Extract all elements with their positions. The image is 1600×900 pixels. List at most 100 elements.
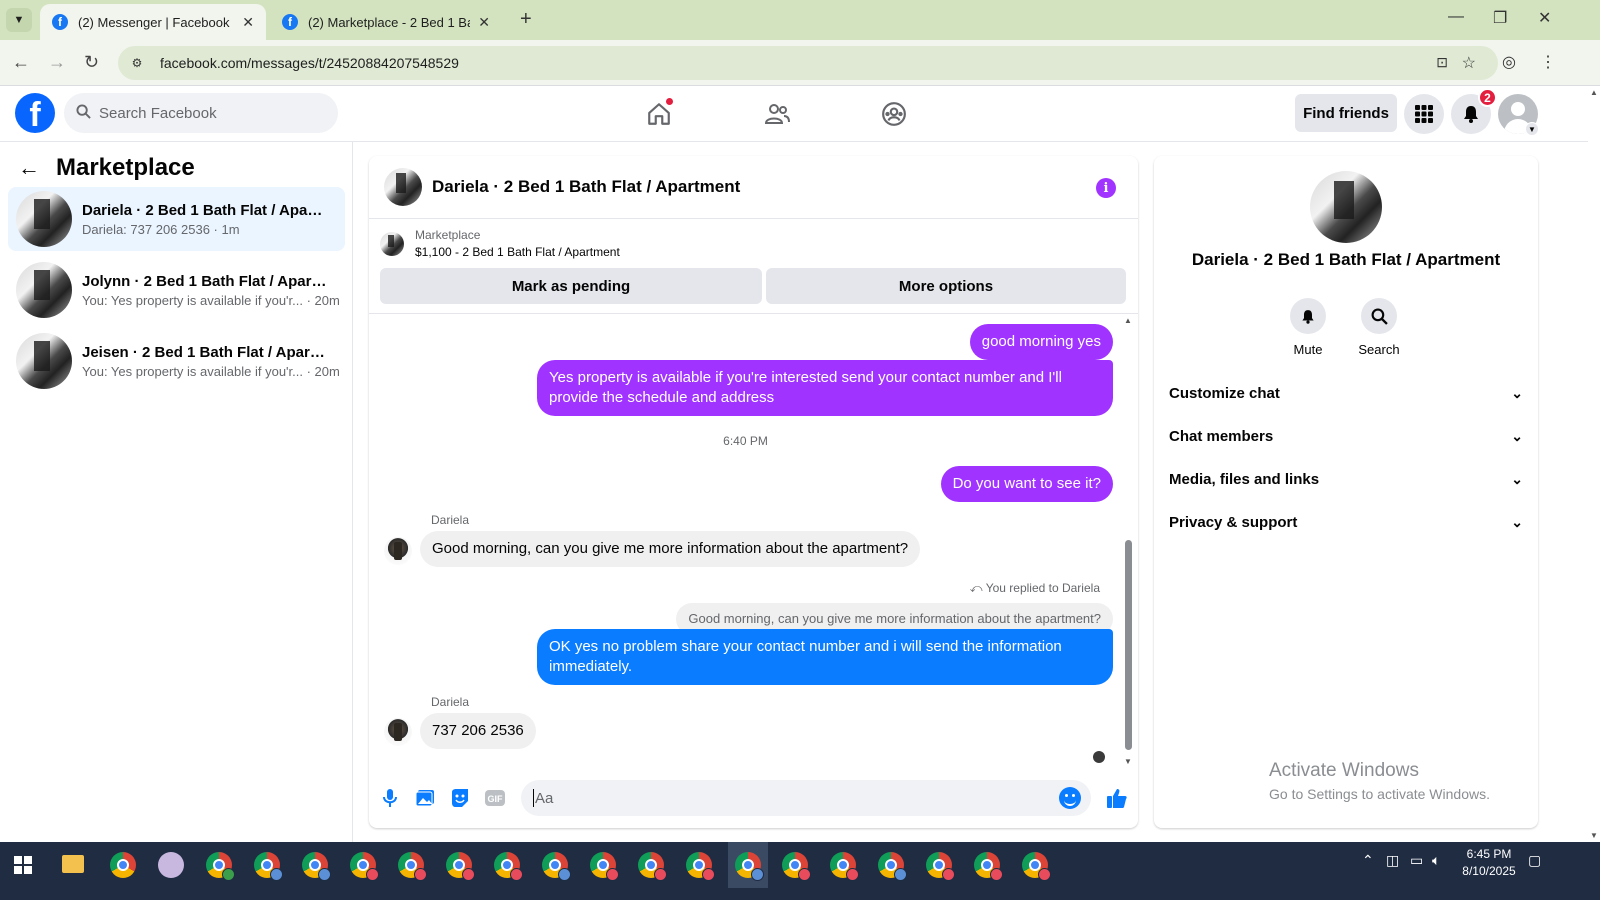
gif-icon[interactable]: GIF	[485, 788, 505, 808]
chat-photo[interactable]	[1310, 171, 1382, 243]
back-icon[interactable]: ←	[12, 52, 30, 73]
maximize-button[interactable]: ❐	[1493, 8, 1507, 28]
notifications-bell-icon[interactable]: 2	[1451, 88, 1497, 134]
sticker-icon[interactable]	[450, 788, 470, 808]
meet-now-icon[interactable]: ◫	[1386, 852, 1399, 869]
photo-icon[interactable]	[415, 788, 435, 808]
friends-nav-icon[interactable]	[761, 98, 793, 130]
chrome-profile-icon[interactable]	[446, 852, 475, 881]
chrome-profile-icon[interactable]	[590, 852, 619, 881]
system-clock[interactable]: 6:45 PM 8/10/2025	[1454, 846, 1524, 880]
volume-icon[interactable]: 🔈︎	[1432, 852, 1440, 869]
message-input[interactable]: Aa	[521, 780, 1091, 816]
windows-start-icon[interactable]	[14, 856, 32, 874]
chevron-down-icon: ⌄	[1511, 427, 1523, 444]
facebook-search-input[interactable]: Search Facebook	[64, 93, 338, 133]
received-message[interactable]: Good morning, can you give me more infor…	[420, 531, 921, 567]
scroll-up-icon[interactable]: ▲	[1590, 88, 1598, 97]
chrome-profile-icon[interactable]	[206, 852, 235, 881]
conversation-preview: You: Yes property is available if you'r.…	[82, 363, 340, 379]
emoji-icon[interactable]	[1059, 787, 1081, 809]
chrome-profile-icon[interactable]	[686, 852, 715, 881]
show-hidden-icons-icon[interactable]: ⌃	[1362, 852, 1374, 869]
chrome-profile-icon[interactable]	[926, 852, 955, 881]
home-nav-icon[interactable]	[643, 98, 675, 130]
info-icon[interactable]: i	[1096, 178, 1116, 198]
chat-scrollbar[interactable]: ▲ ▼	[1124, 314, 1134, 766]
chrome-profile-icon[interactable]	[1022, 852, 1051, 881]
marketplace-listing-row[interactable]: Marketplace $1,100 - 2 Bed 1 Bath Flat /…	[380, 228, 620, 259]
install-app-icon[interactable]: ⊡	[1436, 54, 1448, 71]
chrome-profile-icon[interactable]	[350, 852, 379, 881]
chrome-profile-icon[interactable]	[830, 852, 859, 881]
microphone-icon[interactable]	[380, 788, 400, 808]
search-in-chat-button[interactable]: Search	[1349, 298, 1409, 357]
close-window-button[interactable]: ✕	[1538, 8, 1551, 28]
profile-icon[interactable]: ◎	[1502, 52, 1516, 72]
chrome-icon[interactable]	[110, 852, 136, 878]
thumbs-up-icon[interactable]	[1105, 786, 1129, 810]
page-scrollbar[interactable]: ▲ ▼	[1588, 86, 1600, 842]
conversation-item[interactable]: Jeisen · 2 Bed 1 Bath Flat / Apartm... Y…	[8, 329, 345, 393]
facebook-logo-icon[interactable]: f	[15, 93, 55, 133]
browser-menu-icon[interactable]: ⋮	[1540, 52, 1556, 72]
chat-thumbnail[interactable]	[384, 168, 422, 206]
scroll-down-icon[interactable]: ▼	[1124, 757, 1132, 766]
scrollbar-thumb[interactable]	[1125, 540, 1132, 750]
search-placeholder: Search Facebook	[99, 104, 217, 122]
facebook-favicon-icon: f	[52, 14, 68, 30]
site-info-icon[interactable]: ⚙	[128, 54, 146, 72]
chat-title[interactable]: Dariela · 2 Bed 1 Bath Flat / Apartment	[432, 177, 740, 197]
sent-message[interactable]: OK yes no problem share your contact num…	[537, 629, 1113, 685]
chrome-profile-icon[interactable]	[638, 852, 667, 881]
forward-icon[interactable]: →	[48, 52, 66, 73]
more-options-button[interactable]: More options	[766, 268, 1126, 304]
tab-search-button[interactable]: ▼	[6, 8, 32, 32]
media-files-links-section[interactable]: Media, files and links ⌄	[1169, 467, 1523, 491]
browser-tab-marketplace[interactable]: f (2) Marketplace - 2 Bed 1 Bath F ✕	[270, 4, 502, 40]
chrome-profile-icon[interactable]	[254, 852, 283, 881]
sent-message[interactable]: good morning yes	[969, 324, 1113, 360]
groups-nav-icon[interactable]	[878, 98, 910, 130]
chat-members-section[interactable]: Chat members ⌄	[1169, 424, 1523, 448]
network-icon[interactable]: ▭	[1410, 852, 1423, 869]
sender-avatar[interactable]	[384, 718, 412, 746]
address-bar[interactable]: ⚙ facebook.com/messages/t/24520884207548…	[118, 46, 1498, 80]
mute-button[interactable]: Mute	[1278, 298, 1338, 357]
file-explorer-icon[interactable]	[62, 855, 84, 873]
chrome-profile-icon[interactable]	[782, 852, 811, 881]
received-message[interactable]: 737 206 2536	[420, 713, 536, 749]
text-cursor	[533, 789, 534, 807]
menu-grid-icon[interactable]	[1404, 94, 1444, 134]
conversation-item[interactable]: Jolynn · 2 Bed 1 Bath Flat / Apartm... Y…	[8, 258, 345, 322]
bookmark-star-icon[interactable]: ☆	[1462, 53, 1476, 73]
chrome-profile-icon[interactable]	[398, 852, 427, 881]
back-arrow-icon[interactable]: ←	[18, 155, 40, 181]
reload-icon[interactable]: ↻	[84, 52, 99, 73]
scroll-up-icon[interactable]: ▲	[1124, 316, 1132, 325]
chrome-profile-icon[interactable]	[974, 852, 1003, 881]
paint-app-icon[interactable]	[158, 852, 184, 878]
chrome-profile-icon[interactable]	[302, 852, 331, 881]
privacy-support-section[interactable]: Privacy & support ⌄	[1169, 510, 1523, 534]
chrome-profile-icon[interactable]	[735, 852, 764, 881]
mark-as-pending-button[interactable]: Mark as pending	[380, 268, 762, 304]
chrome-profile-icon[interactable]	[878, 852, 907, 881]
minimize-button[interactable]: —	[1448, 8, 1464, 26]
sent-message[interactable]: Yes property is available if you're inte…	[537, 360, 1113, 416]
sender-avatar[interactable]	[384, 537, 412, 565]
chrome-profile-icon[interactable]	[494, 852, 523, 881]
notification-badge: 2	[1478, 88, 1497, 107]
notifications-center-icon[interactable]: ▢	[1528, 852, 1541, 869]
close-tab-icon[interactable]: ✕	[242, 14, 254, 31]
chrome-profile-icon[interactable]	[542, 852, 571, 881]
scroll-down-icon[interactable]: ▼	[1590, 831, 1598, 840]
customize-chat-section[interactable]: Customize chat ⌄	[1169, 381, 1523, 405]
browser-tab-messenger[interactable]: f (2) Messenger | Facebook ✕	[40, 4, 266, 40]
find-friends-button[interactable]: Find friends	[1295, 94, 1397, 132]
close-tab-icon[interactable]: ✕	[478, 14, 490, 31]
new-tab-button[interactable]: +	[520, 8, 532, 31]
conversation-item[interactable]: Dariela · 2 Bed 1 Bath Flat / Apart... D…	[8, 187, 345, 251]
sent-message[interactable]: Do you want to see it?	[940, 466, 1113, 502]
account-chevron-down-icon[interactable]: ▼	[1525, 122, 1539, 136]
